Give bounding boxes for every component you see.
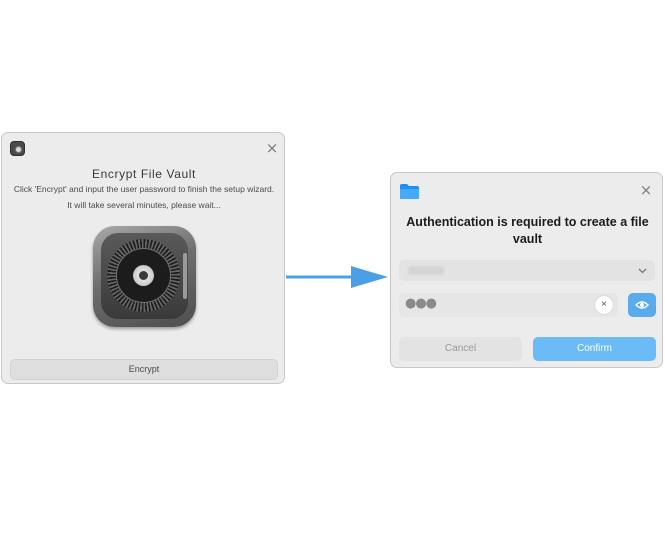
screenshot-stage: × Encrypt File Vault Click 'Encrypt' and… bbox=[0, 0, 665, 554]
user-name-value bbox=[408, 266, 444, 275]
dialog-title: Encrypt File Vault bbox=[92, 167, 196, 181]
folder-icon bbox=[400, 184, 419, 199]
close-icon[interactable]: × bbox=[265, 141, 279, 156]
user-select[interactable] bbox=[399, 260, 655, 281]
password-mask: ●●● bbox=[405, 296, 437, 311]
authentication-dialog: × Authentication is required to create a… bbox=[390, 172, 663, 368]
eye-icon bbox=[635, 301, 649, 309]
confirm-button[interactable]: Confirm bbox=[533, 337, 656, 361]
clear-password-button[interactable]: × bbox=[595, 296, 613, 314]
vault-icon bbox=[93, 226, 196, 327]
password-input[interactable]: ●●● × bbox=[399, 293, 618, 317]
app-icon bbox=[10, 141, 25, 156]
dialog-title: Authentication is required to create a f… bbox=[406, 215, 649, 246]
encrypt-vault-dialog: × Encrypt File Vault Click 'Encrypt' and… bbox=[1, 132, 285, 384]
show-password-button[interactable] bbox=[628, 293, 656, 317]
chevron-down-icon bbox=[638, 268, 647, 274]
flow-arrow-icon bbox=[286, 266, 388, 288]
cancel-button[interactable]: Cancel bbox=[399, 337, 522, 361]
close-icon[interactable]: × bbox=[639, 183, 653, 198]
dialog-wait-note: It will take several minutes, please wai… bbox=[67, 200, 221, 210]
encrypt-button[interactable]: Encrypt bbox=[10, 359, 278, 380]
dialog-description: Click 'Encrypt' and input the user passw… bbox=[13, 184, 275, 194]
